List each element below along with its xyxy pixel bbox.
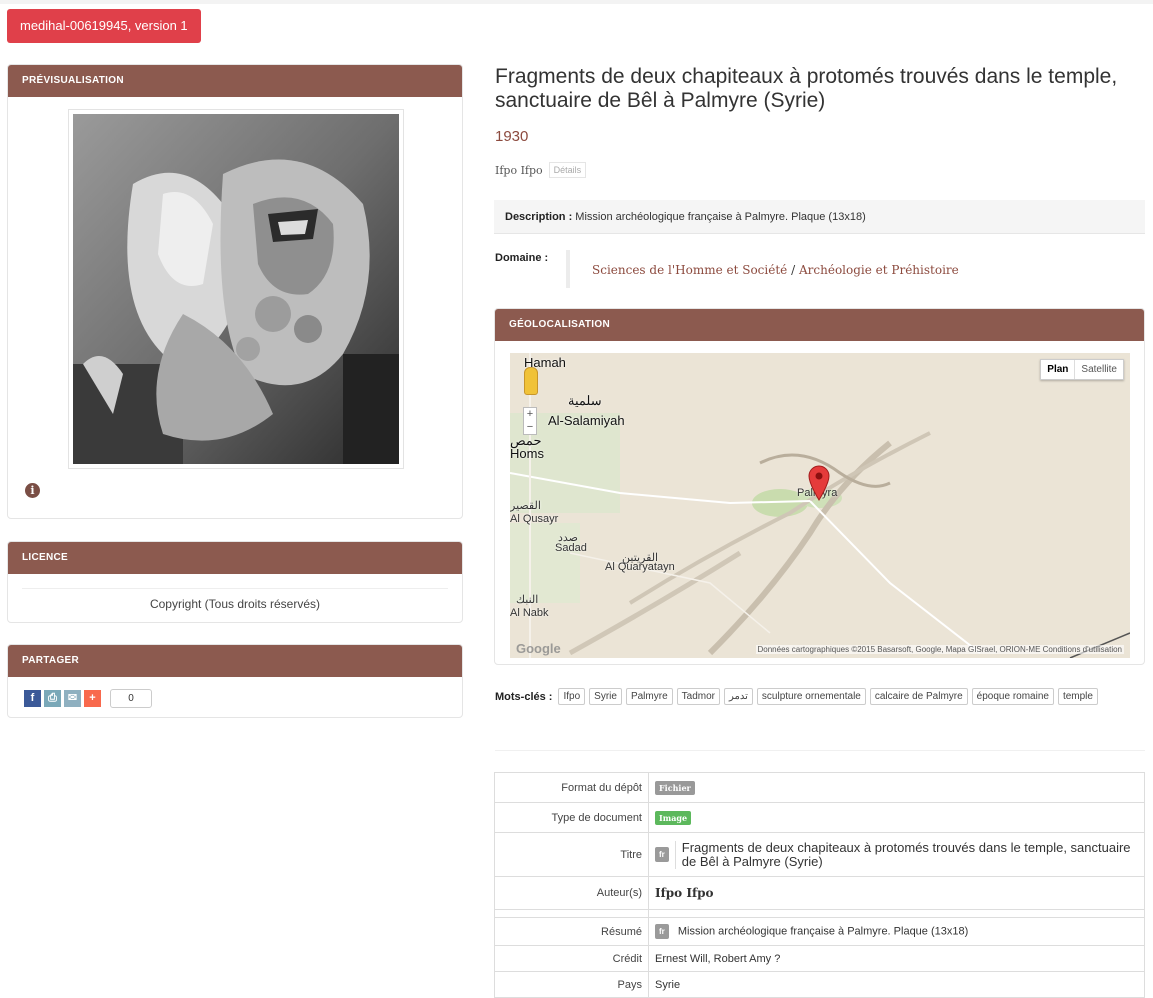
- table-row: Crédit Ernest Will, Robert Amy ?: [494, 945, 1145, 972]
- map-label-sadad: Sadad: [555, 542, 587, 554]
- keyword-tag[interactable]: Syrie: [589, 688, 622, 705]
- meta-value-format: Fichier: [648, 772, 1145, 803]
- keywords: Mots-clés : Ifpo Syrie Palmyre Tadmor تد…: [495, 688, 1150, 705]
- facebook-icon[interactable]: f: [24, 690, 41, 707]
- pegman-icon[interactable]: [524, 367, 538, 395]
- geolocation-panel-header: GÉOLOCALISATION: [495, 309, 1144, 341]
- google-logo[interactable]: Google: [516, 641, 561, 656]
- map-marker-icon[interactable]: [808, 465, 830, 501]
- licence-text: Copyright (Tous droits réservés): [149, 597, 321, 611]
- description-label: Description :: [505, 211, 573, 223]
- domaine-divider: [566, 250, 570, 288]
- table-row: [494, 909, 1145, 918]
- share-panel: PARTAGER f ⎙ ✉ + 0: [7, 644, 463, 718]
- spacer-cell: [648, 909, 1145, 918]
- licence-panel-header: LICENCE: [8, 542, 462, 574]
- map-label-nabk: Al Nabk: [510, 607, 549, 619]
- domaine-link-archeo[interactable]: Archéologie et Préhistoire: [799, 263, 959, 277]
- share-buttons: f ⎙ ✉ + 0: [24, 689, 152, 708]
- metadata-table: Format du dépôt Fichier Type de document…: [494, 772, 1145, 998]
- table-row: Auteur(s) Ifpo Ifpo: [494, 876, 1145, 910]
- preview-image-frame[interactable]: [68, 109, 404, 469]
- meta-key-format: Format du dépôt: [494, 772, 649, 803]
- map-label-salamiyah: Al-Salamiyah: [548, 413, 625, 428]
- lang-badge: fr: [655, 847, 669, 862]
- geolocation-panel: GÉOLOCALISATION Plan Satellite + − Hamah…: [494, 308, 1145, 665]
- licence-panel: LICENCE Copyright (Tous droits réservés): [7, 541, 463, 623]
- domaine-value: Sciences de l'Homme et Société / Archéol…: [592, 263, 959, 277]
- meta-value-titre: fr Fragments de deux chapiteaux à protom…: [648, 832, 1145, 877]
- table-row: Titre fr Fragments de deux chapiteaux à …: [494, 832, 1145, 877]
- table-row: Résumé fr Mission archéologique français…: [494, 917, 1145, 946]
- meta-key-credit: Crédit: [494, 945, 649, 972]
- map-satellite-button[interactable]: Satellite: [1075, 360, 1123, 379]
- meta-value-type: Image: [648, 802, 1145, 833]
- table-row: Pays Syrie: [494, 971, 1145, 998]
- meta-key-pays: Pays: [494, 971, 649, 998]
- mail-icon[interactable]: ✉: [64, 690, 81, 707]
- keyword-tag[interactable]: تدمر: [724, 688, 753, 705]
- author-line: Ifpo Ifpo Détails: [495, 162, 587, 178]
- keywords-label: Mots-clés :: [495, 690, 553, 703]
- map-label-salamiyah-ar: سلمية: [568, 393, 602, 408]
- map-copyright[interactable]: Données cartographiques ©2015 Basarsoft,…: [755, 645, 1124, 654]
- type-tag: Image: [655, 810, 692, 825]
- meta-value-credit: Ernest Will, Robert Amy ?: [648, 945, 1145, 972]
- meta-value-resume: fr Mission archéologique française à Pal…: [648, 917, 1145, 946]
- map-type-control: Plan Satellite: [1040, 359, 1124, 380]
- keyword-tag[interactable]: Palmyre: [625, 688, 673, 705]
- meta-key-type: Type de document: [494, 802, 649, 833]
- addthis-icon[interactable]: +: [84, 690, 101, 707]
- meta-key-auteur: Auteur(s): [494, 876, 649, 910]
- info-icon[interactable]: i: [25, 483, 40, 498]
- share-count: 0: [110, 689, 152, 708]
- section-divider: [495, 750, 1145, 751]
- share-panel-header: PARTAGER: [8, 645, 462, 677]
- keyword-tag[interactable]: époque romaine: [971, 688, 1054, 705]
- map-label-hamah: Hamah: [524, 355, 566, 370]
- format-tag: Fichier: [655, 780, 695, 795]
- keyword-tag[interactable]: sculpture ornementale: [756, 688, 866, 705]
- meta-value-pays: Syrie: [648, 971, 1145, 998]
- map-label-quaryatayn: Al Quaryatayn: [605, 561, 675, 573]
- preview-panel: PRÉVISUALISATION i: [7, 64, 463, 519]
- map-label-qusayr: Al Qusayr: [510, 513, 559, 525]
- meta-key-titre: Titre: [494, 832, 649, 877]
- map-terrain: [510, 353, 1130, 658]
- description-box: Description : Mission archéologique fran…: [494, 200, 1145, 234]
- domaine-link-shs[interactable]: Sciences de l'Homme et Société: [592, 263, 787, 277]
- map-label-nabk-ar: النبك: [516, 594, 539, 606]
- keyword-tag[interactable]: temple: [1057, 688, 1098, 705]
- meta-titre-text: Fragments de deux chapiteaux à protomés …: [674, 840, 1138, 869]
- author-link[interactable]: Ifpo Ifpo: [495, 164, 543, 177]
- zoom-control: + −: [523, 407, 537, 435]
- meta-value-auteur[interactable]: Ifpo Ifpo: [648, 876, 1145, 910]
- top-border: [0, 0, 1153, 4]
- page-title: Fragments de deux chapiteaux à protomés …: [495, 65, 1118, 112]
- spacer-cell: [494, 909, 649, 918]
- domaine-label: Domaine :: [495, 252, 549, 264]
- domaine-separator: /: [791, 263, 796, 277]
- details-button[interactable]: Détails: [548, 162, 587, 178]
- keyword-tag[interactable]: Ifpo: [558, 688, 586, 705]
- table-row: Type de document Image: [494, 802, 1145, 833]
- meta-key-resume: Résumé: [494, 917, 649, 946]
- map-label-qusayr-ar: القصير: [510, 500, 541, 512]
- version-badge[interactable]: medihal-00619945, version 1: [7, 9, 201, 43]
- map-plan-button[interactable]: Plan: [1041, 360, 1076, 379]
- keyword-tag[interactable]: Tadmor: [676, 688, 720, 705]
- print-icon[interactable]: ⎙: [44, 690, 61, 707]
- preview-photo[interactable]: [73, 114, 399, 464]
- keyword-tag[interactable]: calcaire de Palmyre: [869, 688, 968, 705]
- table-row: Format du dépôt Fichier: [494, 772, 1145, 803]
- map[interactable]: Plan Satellite + − Hamah سلمية Al-Salami…: [510, 353, 1130, 658]
- lang-badge: fr: [655, 924, 669, 939]
- zoom-in-button[interactable]: +: [524, 408, 536, 421]
- description-text: Mission archéologique française à Palmyr…: [575, 211, 866, 223]
- record-year: 1930: [495, 128, 529, 145]
- meta-resume-text: Mission archéologique française à Palmyr…: [677, 925, 969, 938]
- licence-divider: [22, 588, 448, 589]
- preview-panel-header: PRÉVISUALISATION: [8, 65, 462, 97]
- map-label-homs: Homs: [510, 446, 544, 461]
